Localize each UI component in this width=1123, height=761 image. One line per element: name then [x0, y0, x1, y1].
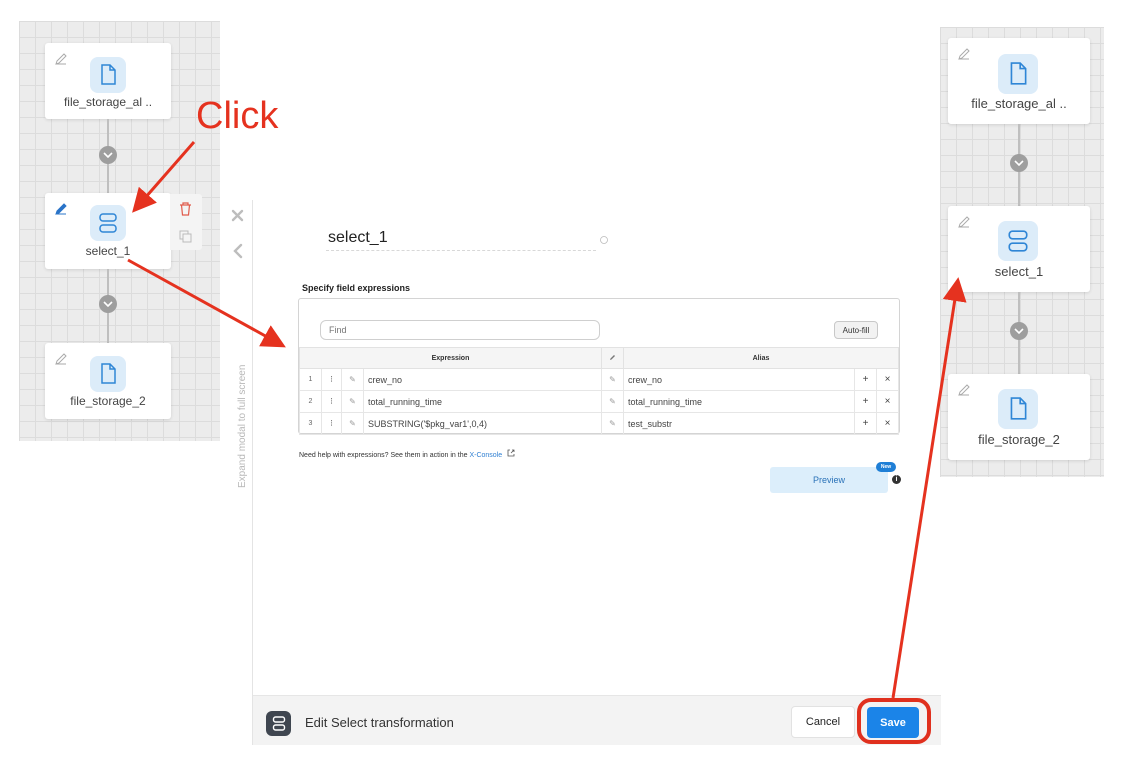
help-text: Need help with expressions? See them in …: [299, 449, 515, 459]
alias-cell[interactable]: test_substr: [623, 412, 855, 435]
add-row-icon[interactable]: +: [854, 390, 877, 413]
node-label: file_storage_al ..: [971, 96, 1067, 111]
file-icon: [90, 57, 126, 93]
transformation-name-input[interactable]: select_1: [326, 229, 596, 251]
node-label: select_1: [994, 264, 1044, 279]
chevron-left-icon[interactable]: [232, 243, 243, 259]
pencil-icon[interactable]: [54, 202, 68, 216]
pencil-icon[interactable]: [957, 383, 971, 397]
expression-column-header: Expression: [299, 347, 602, 369]
drag-handle-icon[interactable]: ⁝: [321, 368, 342, 391]
file-icon: [998, 389, 1038, 429]
external-link-icon[interactable]: [507, 449, 515, 457]
pipeline-node-file-storage-2[interactable]: file_storage_2: [948, 374, 1090, 460]
close-icon[interactable]: [231, 209, 244, 222]
pipeline-node-file-storage-al[interactable]: file_storage_al ..: [45, 43, 171, 119]
table-header: Expression Alias: [299, 347, 899, 369]
pipeline-node-file-storage-al[interactable]: file_storage_al ..: [948, 38, 1090, 124]
edit-alias-icon[interactable]: ✎: [601, 390, 624, 413]
pipeline-node-select-1[interactable]: select_1: [45, 193, 171, 269]
info-icon: [600, 236, 608, 244]
edit-expression-icon[interactable]: ✎: [341, 390, 364, 413]
file-icon: [998, 54, 1038, 94]
copy-icon[interactable]: [179, 230, 192, 243]
alias-cell[interactable]: total_running_time: [623, 390, 855, 413]
alias-column-header: Alias: [623, 347, 899, 369]
node-label: select_1: [85, 244, 131, 258]
info-icon[interactable]: i: [892, 475, 901, 484]
pencil-icon[interactable]: [957, 215, 971, 229]
pencil-icon[interactable]: [957, 47, 971, 61]
node-label: file_storage_2: [978, 432, 1060, 447]
save-highlight-ring: [857, 698, 931, 744]
edit-expression-icon[interactable]: ✎: [341, 412, 364, 435]
node-label: file_storage_al ..: [63, 95, 153, 109]
node-actions-panel: [170, 194, 202, 250]
section-label: Specify field expressions: [302, 283, 411, 293]
expression-cell[interactable]: total_running_time: [363, 390, 602, 413]
chevron-down-icon[interactable]: [1010, 322, 1028, 340]
remove-row-icon[interactable]: ×: [876, 412, 899, 435]
row-number: 1: [299, 368, 322, 391]
chevron-down-icon[interactable]: [99, 146, 117, 164]
select-icon: [90, 205, 126, 241]
edit-expression-icon[interactable]: ✎: [341, 368, 364, 391]
chevron-down-icon[interactable]: [1010, 154, 1028, 172]
trash-icon[interactable]: [179, 202, 192, 216]
remove-row-icon[interactable]: ×: [876, 368, 899, 391]
pencil-icon[interactable]: [54, 352, 68, 366]
add-row-icon[interactable]: +: [854, 412, 877, 435]
preview-button[interactable]: Preview: [770, 467, 888, 493]
x-console-link[interactable]: X-Console: [469, 452, 502, 459]
cancel-button[interactable]: Cancel: [791, 706, 855, 738]
expression-cell[interactable]: SUBSTRING('$pkg_var1',0,4): [363, 412, 602, 435]
file-icon: [90, 356, 126, 392]
find-input[interactable]: [320, 320, 600, 340]
drag-handle-icon[interactable]: ⁝: [321, 390, 342, 413]
table-row: 1 ⁝ ✎ crew_no ✎ crew_no + ×: [299, 368, 899, 391]
field-expressions-panel: Auto-fill Expression Alias 1 ⁝ ✎ crew_no…: [298, 298, 900, 435]
expression-cell[interactable]: crew_no: [363, 368, 602, 391]
row-number: 2: [299, 390, 322, 413]
drag-handle-icon[interactable]: ⁝: [321, 412, 342, 435]
alias-cell[interactable]: crew_no: [623, 368, 855, 391]
row-number: 3: [299, 412, 322, 435]
column-edit-icon[interactable]: [601, 347, 624, 369]
table-row: 2 ⁝ ✎ total_running_time ✎ total_running…: [299, 390, 899, 413]
expand-modal-toggle[interactable]: Expand modal to full screen: [237, 365, 248, 488]
chevron-down-icon[interactable]: [99, 295, 117, 313]
pipeline-node-file-storage-2[interactable]: file_storage_2: [45, 343, 171, 419]
table-row: 3 ⁝ ✎ SUBSTRING('$pkg_var1',0,4) ✎ test_…: [299, 412, 899, 435]
select-icon: [998, 221, 1038, 261]
footer-title: Edit Select transformation: [305, 715, 454, 730]
modal-footer: Edit Select transformation Cancel Save: [253, 695, 941, 745]
node-label: file_storage_2: [70, 394, 146, 408]
help-text-message: Need help with expressions? See them in …: [299, 452, 468, 459]
pencil-icon[interactable]: [54, 52, 68, 66]
expressions-table: Expression Alias 1 ⁝ ✎ crew_no ✎ crew_no…: [299, 347, 899, 435]
remove-row-icon[interactable]: ×: [876, 390, 899, 413]
new-badge: New: [876, 462, 896, 472]
select-icon: [266, 711, 291, 736]
auto-fill-button[interactable]: Auto-fill: [834, 321, 878, 339]
click-annotation: Click: [196, 95, 279, 137]
add-row-icon[interactable]: +: [854, 368, 877, 391]
pipeline-node-select-1[interactable]: select_1: [948, 206, 1090, 292]
edit-alias-icon[interactable]: ✎: [601, 412, 624, 435]
edit-alias-icon[interactable]: ✎: [601, 368, 624, 391]
